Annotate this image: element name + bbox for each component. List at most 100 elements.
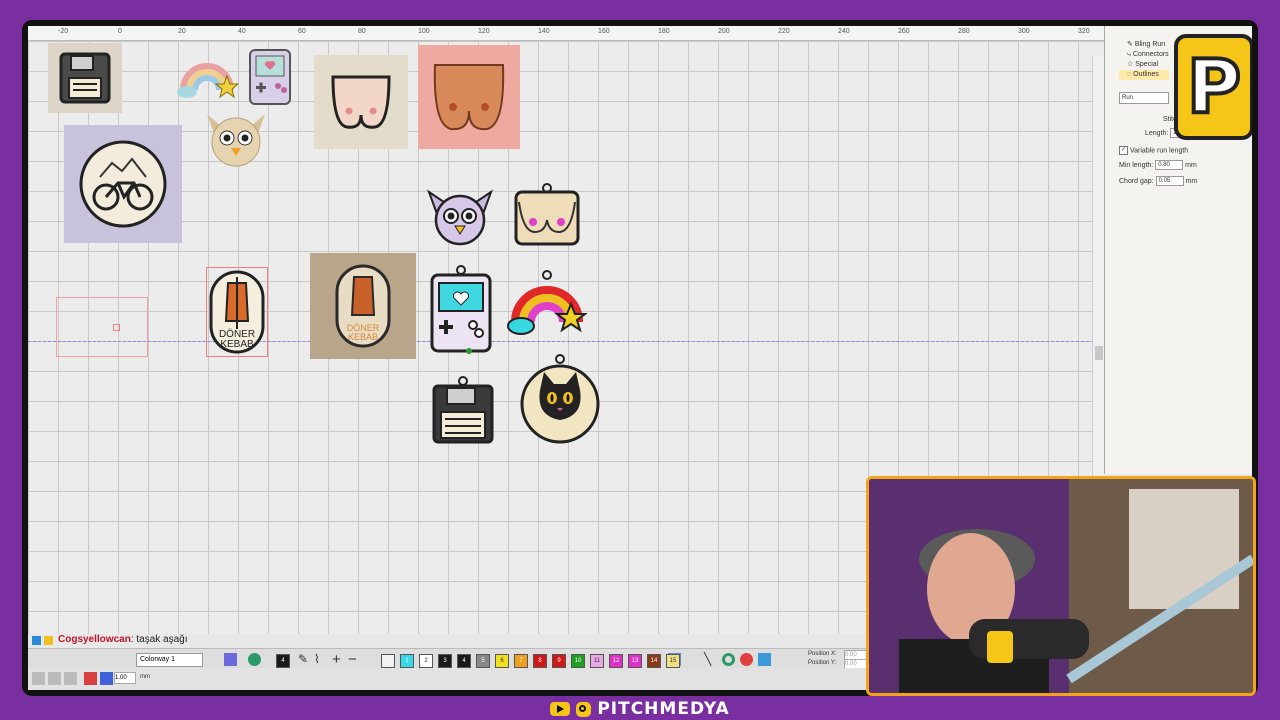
- thread-color-swatch[interactable]: 15: [666, 654, 680, 668]
- thread-color-swatch[interactable]: 1: [400, 654, 414, 668]
- ruler-tick-label: 260: [898, 28, 910, 35]
- thread-color-swatch[interactable]: 12: [609, 654, 623, 668]
- footer-brand: PITCHMEDYA: [550, 699, 729, 719]
- group-icon[interactable]: [48, 672, 61, 685]
- thread-color-swatch[interactable]: 9: [552, 654, 566, 668]
- color-wheel-icon[interactable]: [740, 653, 753, 666]
- chest-orange-design-photo[interactable]: [418, 45, 520, 149]
- ruler-tick-label: -20: [58, 28, 69, 35]
- thread-color-swatch[interactable]: 5: [476, 654, 490, 668]
- thread-color-swatch[interactable]: [381, 654, 395, 668]
- thread-color-swatch[interactable]: 3: [438, 654, 452, 668]
- floppy-disk-digitized-icon: [432, 376, 494, 444]
- thread-color-swatch[interactable]: 11: [590, 654, 604, 668]
- ruler-tick-label: 140: [538, 28, 550, 35]
- gameboy-digitized-icon: [430, 265, 492, 354]
- colorway-select[interactable]: Colorway 1: [136, 653, 203, 667]
- bicycle-icon: [79, 140, 167, 228]
- youtube-icon: [550, 702, 571, 716]
- chest-digitized-design[interactable]: [512, 181, 582, 249]
- grid-icon[interactable]: [224, 653, 237, 666]
- stitch-type-select[interactable]: Run: [1119, 92, 1169, 104]
- thread-color-swatch[interactable]: 14: [647, 654, 661, 668]
- chat-badge-icon: [32, 636, 41, 645]
- rainbow-digitized-icon: [507, 270, 587, 335]
- ungroup-icon[interactable]: [64, 672, 77, 685]
- chord-gap-unit: mm: [1185, 177, 1198, 185]
- chest-digitized-icon: [514, 183, 580, 246]
- rainbow-digitized-design[interactable]: [506, 269, 588, 339]
- chord-gap-field[interactable]: 0.05: [1155, 176, 1184, 186]
- select-tool-icon[interactable]: [32, 672, 45, 685]
- ruler-tick-label: 80: [358, 28, 366, 35]
- line-tool-icon[interactable]: ╲: [704, 653, 717, 666]
- ruler-tick-label: 200: [718, 28, 730, 35]
- doner-kebab-design-photo[interactable]: DÖNER KEBAB: [310, 253, 416, 359]
- furby-icon: [207, 114, 265, 167]
- shapes-icon[interactable]: [84, 672, 97, 685]
- pencil-icon[interactable]: ✎: [298, 653, 311, 666]
- bicycle-design-photo[interactable]: [64, 125, 182, 243]
- thread-color-swatch[interactable]: 13: [628, 654, 642, 668]
- guide-line: [28, 341, 1104, 342]
- ruler-tick-label: 40: [238, 28, 246, 35]
- spool-icon[interactable]: [248, 653, 261, 666]
- min-length-field[interactable]: 0.80: [1155, 160, 1184, 170]
- chord-gap-label: Chord gap:: [1119, 177, 1154, 185]
- thread-color-swatch[interactable]: 7: [514, 654, 528, 668]
- thread-color-swatch[interactable]: 4: [457, 654, 471, 668]
- tree-item-outlines[interactable]: ◌ Outlines: [1119, 70, 1169, 80]
- thread-color-swatch[interactable]: 4: [276, 654, 290, 668]
- ruler-tick-label: 20: [178, 28, 186, 35]
- length-label: Length:: [1145, 129, 1169, 137]
- ruler-tick-label: 160: [598, 28, 610, 35]
- ruler-tick-label: 100: [418, 28, 430, 35]
- zoom-field[interactable]: 1.00: [114, 672, 136, 684]
- add-icon[interactable]: +: [332, 652, 345, 667]
- furby-design-photo[interactable]: [200, 105, 272, 171]
- black-cat-digitized-design[interactable]: [520, 353, 600, 445]
- empty-selection-box[interactable]: [56, 297, 148, 357]
- circle-icon[interactable]: [722, 653, 735, 666]
- min-length-unit: mm: [1185, 161, 1197, 169]
- ruler-tick-label: 0: [118, 28, 122, 35]
- thread-color-swatch[interactable]: 10: [571, 654, 585, 668]
- rainbow-icon: [177, 63, 239, 99]
- ruler-tick-label: 220: [778, 28, 790, 35]
- chat-badge-icon: [44, 636, 53, 645]
- tree-item-bling-run[interactable]: ✎ Bling Run: [1119, 40, 1169, 50]
- doner-kebab-photo-icon: DÖNER KEBAB: [335, 264, 391, 348]
- layers-icon[interactable]: [100, 672, 113, 685]
- remove-icon[interactable]: −: [348, 652, 361, 667]
- thread-color-swatch[interactable]: 6: [495, 654, 509, 668]
- variable-run-label: Variable run length: [1129, 147, 1189, 155]
- furby-purple-icon: [427, 189, 493, 246]
- footer-brand-name: PITCHMEDYA: [597, 699, 730, 719]
- tree-item-connectors[interactable]: ⤷ Connectors: [1119, 50, 1169, 60]
- svg-text:KEBAB: KEBAB: [348, 332, 378, 342]
- tree-item-special[interactable]: ☆ Special: [1119, 60, 1169, 70]
- instagram-icon: [576, 701, 592, 717]
- horizontal-ruler: -20 0 20 40 60 80 100 120 140 160 180 200 220 240 260 2…: [28, 26, 1104, 41]
- thread-color-swatch[interactable]: 2: [419, 654, 433, 668]
- scrollbar-thumb[interactable]: [1095, 346, 1103, 360]
- rainbow-design-photo[interactable]: [174, 49, 240, 101]
- gameboy-digitized-design[interactable]: [428, 265, 494, 355]
- floppy-disk-digitized-design[interactable]: [430, 375, 496, 445]
- variable-run-checkbox[interactable]: ✓: [1119, 146, 1128, 155]
- doner-kebab-design-selected[interactable]: DÖNER KEBAB: [206, 267, 268, 357]
- thread-color-swatch[interactable]: 8: [533, 654, 547, 668]
- gameboy-icon: [249, 49, 291, 105]
- furby-digitized-design[interactable]: [424, 181, 496, 249]
- eyedropper-icon[interactable]: ⌇: [314, 653, 327, 666]
- min-length-label: Min length:: [1119, 161, 1154, 169]
- pitchmedya-logo: P: [1174, 34, 1252, 140]
- zoom-unit: mm: [140, 674, 150, 680]
- position-x-label: Position X:: [808, 651, 837, 657]
- svg-text:KEBAB: KEBAB: [220, 339, 254, 350]
- gameboy-design-photo[interactable]: [246, 47, 294, 107]
- floppy-disk-design-photo[interactable]: [48, 43, 122, 113]
- cube-icon[interactable]: [758, 653, 771, 666]
- ruler-tick-label: 240: [838, 28, 850, 35]
- chest-design-photo[interactable]: [314, 55, 408, 149]
